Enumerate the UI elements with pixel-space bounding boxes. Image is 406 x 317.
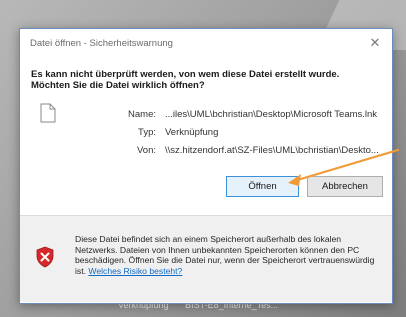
dialog-titlebar[interactable]: Datei öffnen - Sicherheitswarnung ✕ [20,29,392,59]
cancel-button[interactable]: Abbrechen [307,176,383,197]
close-icon[interactable]: ✕ [368,36,382,50]
type-label: Typ: [138,127,156,138]
warning-message: Diese Datei befindet sich an einem Speic… [75,234,385,276]
name-label: Name: [128,109,156,120]
open-button[interactable]: Öffnen [226,176,299,197]
risk-info-link[interactable]: Welches Risiko besteht? [88,266,182,276]
headline-line-1: Es kann nicht überprüft werden, von wem … [31,69,340,80]
name-value: ...iles\UML\bchristian\Desktop\Microsoft… [165,109,378,120]
file-icon [40,103,56,123]
from-label: Von: [136,145,156,156]
type-value: Verknüpfung [165,127,219,138]
from-value: \\sz.hitzendorf.at\SZ-Files\UML\bchristi… [165,145,379,156]
dialog-title: Datei öffnen - Sicherheitswarnung [30,38,173,49]
headline-line-2: Möchten Sie die Datei wirklich öffnen? [31,80,205,91]
warning-headline: Es kann nicht überprüft werden, von wem … [31,69,386,91]
shield-warning-icon [36,246,54,268]
